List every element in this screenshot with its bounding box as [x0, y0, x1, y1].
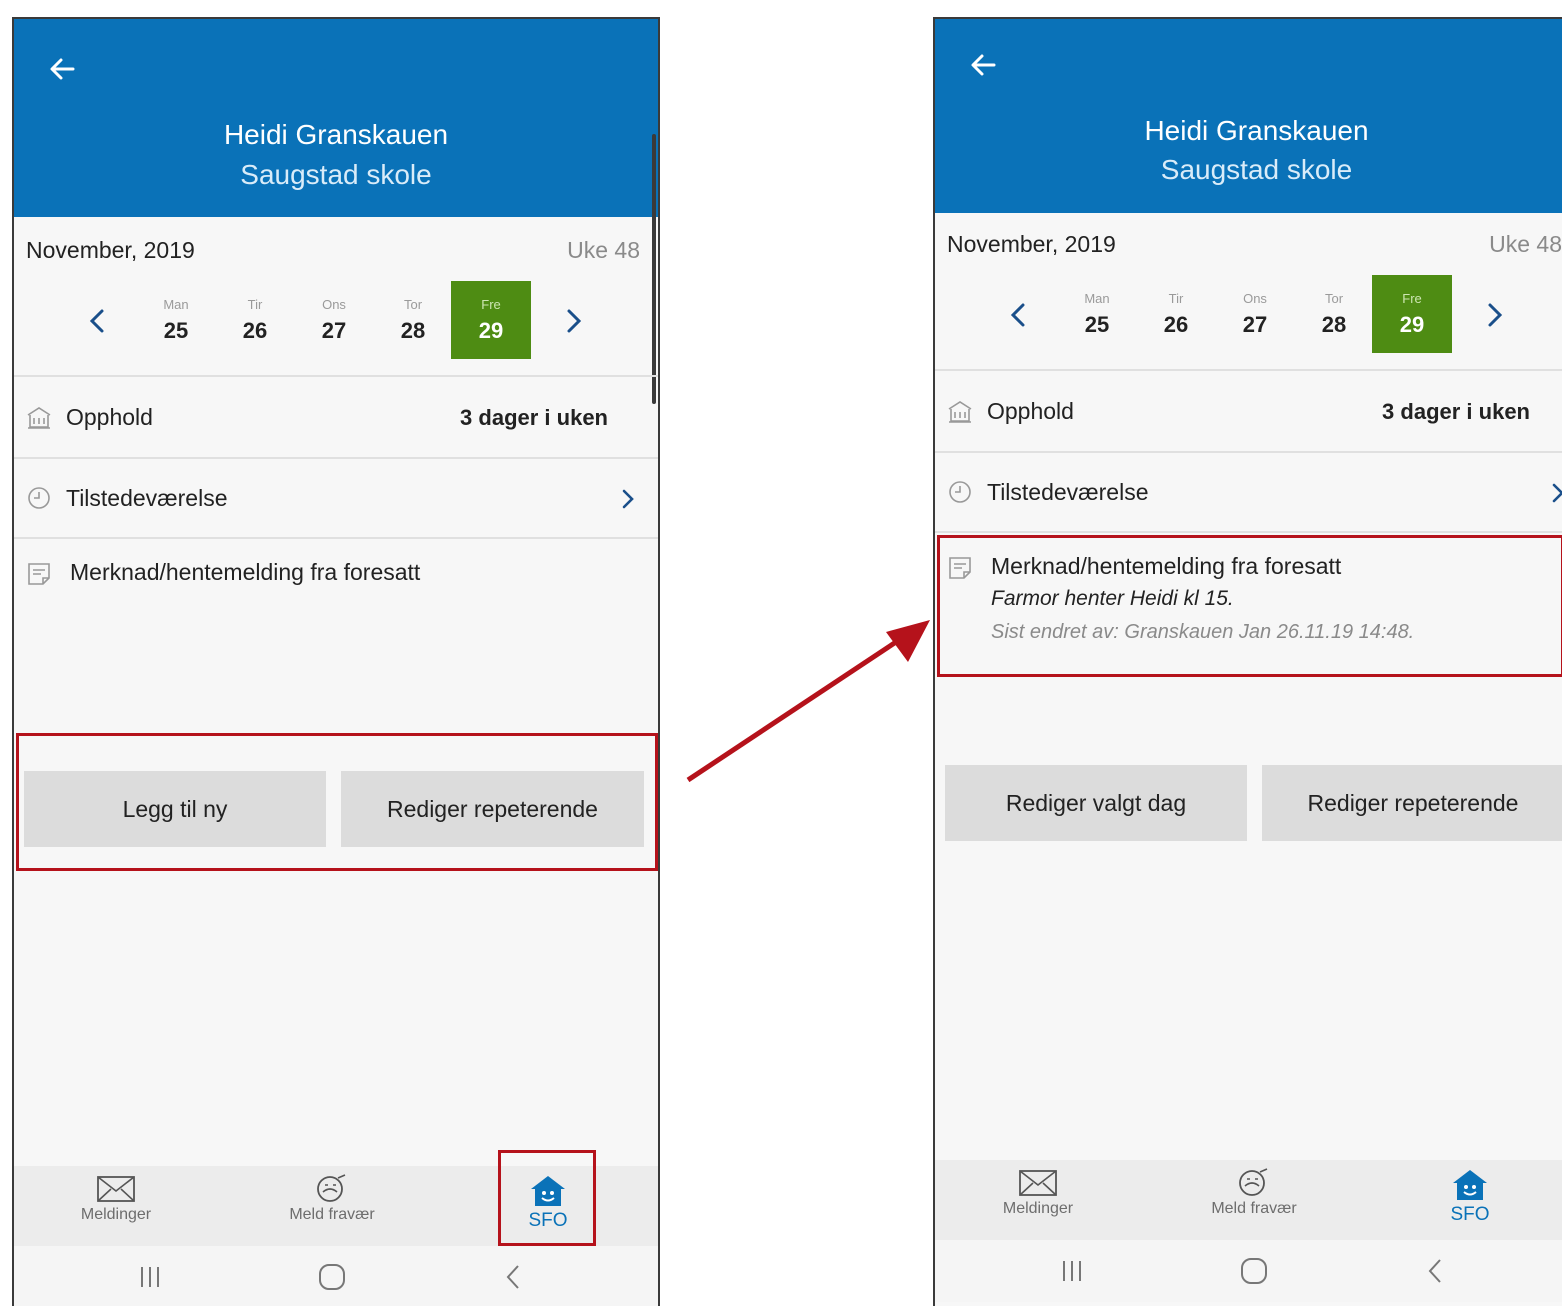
child-name: Heidi Granskauen: [1144, 115, 1369, 146]
system-nav-bar: [14, 1246, 658, 1306]
highlight-box-note: [937, 535, 1562, 677]
school-name: Saugstad skole: [1160, 154, 1353, 185]
recents-icon[interactable]: [1052, 1256, 1092, 1286]
school-name: Saugstad skole: [240, 159, 432, 190]
system-nav-bar: [935, 1240, 1562, 1302]
mail-icon: [97, 1176, 135, 1202]
edit-selected-day-button[interactable]: Rediger valgt dag: [945, 765, 1247, 841]
day-thu[interactable]: Tor 28: [1294, 275, 1374, 353]
chevron-right-icon[interactable]: [559, 305, 587, 337]
day-thu[interactable]: Tor 28: [373, 281, 453, 359]
app-header: Heidi Granskauen Saugstad skole: [14, 19, 658, 217]
day-fri-selected[interactable]: Fre 29: [1372, 275, 1452, 353]
home-icon[interactable]: [1234, 1256, 1274, 1286]
day-wed[interactable]: Ons 27: [1215, 275, 1295, 353]
merknad-label[interactable]: Merknad/hentemelding fra foresatt: [70, 559, 420, 586]
back-icon[interactable]: [494, 1262, 534, 1292]
day-tue[interactable]: Tir 26: [215, 281, 295, 359]
tilstede-label: Tilstedeværelse: [987, 479, 1149, 505]
tilstede-row[interactable]: Tilstedeværelse: [14, 459, 658, 539]
transition-arrow-icon: [686, 620, 930, 783]
back-arrow-icon[interactable]: [967, 49, 999, 81]
phone-screen-right: Heidi Granskauen Saugstad skole November…: [933, 17, 1562, 1306]
highlight-box-buttons: [16, 733, 658, 871]
phone-screen-left: Heidi Granskauen Saugstad skole November…: [12, 17, 660, 1306]
week-label: Uke 48: [567, 237, 640, 263]
home-icon[interactable]: [312, 1262, 352, 1292]
chevron-right-icon[interactable]: [1480, 299, 1508, 331]
month-label: November, 2019: [26, 237, 195, 263]
clock-icon: [28, 487, 50, 509]
day-mon[interactable]: Man 25: [1057, 275, 1137, 353]
tab-meldinger[interactable]: Meldinger: [978, 1168, 1098, 1218]
tilstede-label: Tilstedeværelse: [66, 485, 228, 511]
clock-icon: [949, 481, 971, 503]
opphold-value: 3 dager i uken: [460, 405, 608, 430]
child-name: Heidi Granskauen: [223, 119, 449, 150]
day-tue[interactable]: Tir 26: [1136, 275, 1216, 353]
scrollbar[interactable]: [652, 134, 656, 404]
opphold-label: Opphold: [987, 398, 1074, 424]
app-header: Heidi Granskauen Saugstad skole: [935, 19, 1562, 213]
tab-sfo[interactable]: SFO: [1410, 1168, 1530, 1226]
tab-meldinger[interactable]: Meldinger: [56, 1174, 176, 1224]
building-icon: [27, 407, 51, 429]
building-icon: [948, 401, 972, 423]
week-label: Uke 48: [1489, 231, 1562, 257]
opphold-label: Opphold: [66, 404, 153, 430]
divider: [14, 375, 658, 377]
divider: [935, 531, 1562, 533]
divider: [14, 537, 658, 539]
month-label: November, 2019: [947, 231, 1116, 257]
day-mon[interactable]: Man 25: [136, 281, 216, 359]
back-icon[interactable]: [1416, 1256, 1456, 1286]
tilstede-row[interactable]: Tilstedeværelse: [935, 453, 1562, 533]
chevron-left-icon[interactable]: [1005, 299, 1033, 331]
edit-repeating-button[interactable]: Rediger repeterende: [1262, 765, 1562, 841]
tab-meld-fravaer[interactable]: Meld fravær: [1194, 1168, 1314, 1218]
divider: [935, 369, 1562, 371]
absence-icon: [1239, 1168, 1268, 1196]
chevron-left-icon[interactable]: [84, 305, 112, 337]
opphold-value: 3 dager i uken: [1382, 399, 1530, 424]
day-wed[interactable]: Ons 27: [294, 281, 374, 359]
highlight-box-sfo: [498, 1150, 596, 1246]
recents-icon[interactable]: [130, 1262, 170, 1292]
sfo-house-icon: [1453, 1170, 1487, 1200]
day-fri-selected[interactable]: Fre 29: [451, 281, 531, 359]
tab-meld-fravaer[interactable]: Meld fravær: [272, 1174, 392, 1224]
note-icon: [28, 563, 50, 585]
absence-icon: [317, 1174, 346, 1202]
back-arrow-icon[interactable]: [46, 53, 78, 85]
chevron-right-icon: [1552, 483, 1562, 503]
mail-icon: [1019, 1170, 1057, 1196]
bottom-tab-bar: Meldinger Meld fravær SFO: [935, 1160, 1562, 1240]
chevron-right-icon: [622, 489, 634, 509]
